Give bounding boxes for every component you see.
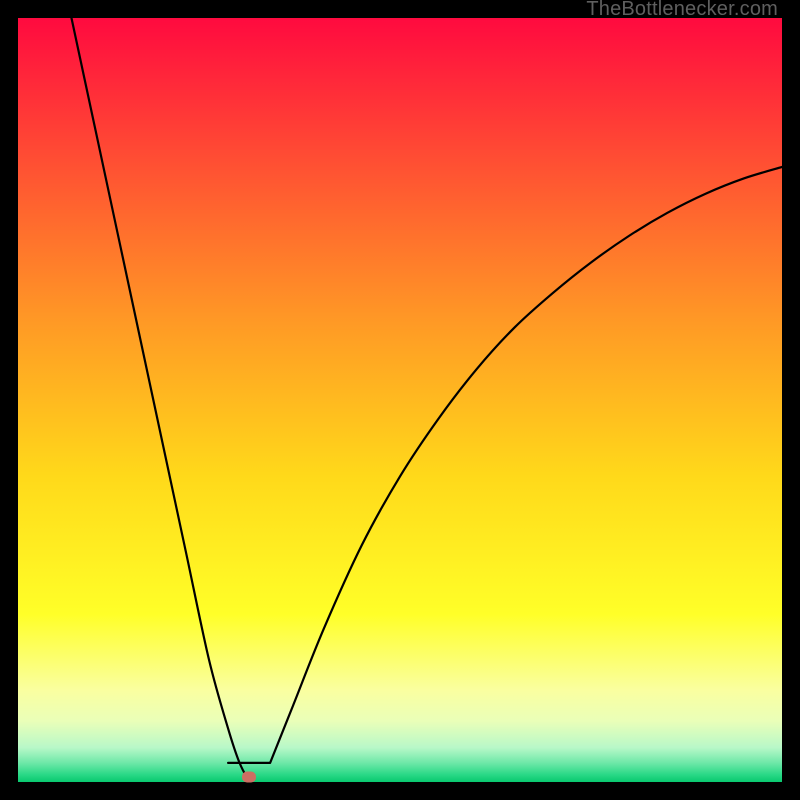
chart-curve	[18, 18, 782, 782]
chart-frame	[18, 18, 782, 782]
notch-marker	[242, 772, 256, 783]
